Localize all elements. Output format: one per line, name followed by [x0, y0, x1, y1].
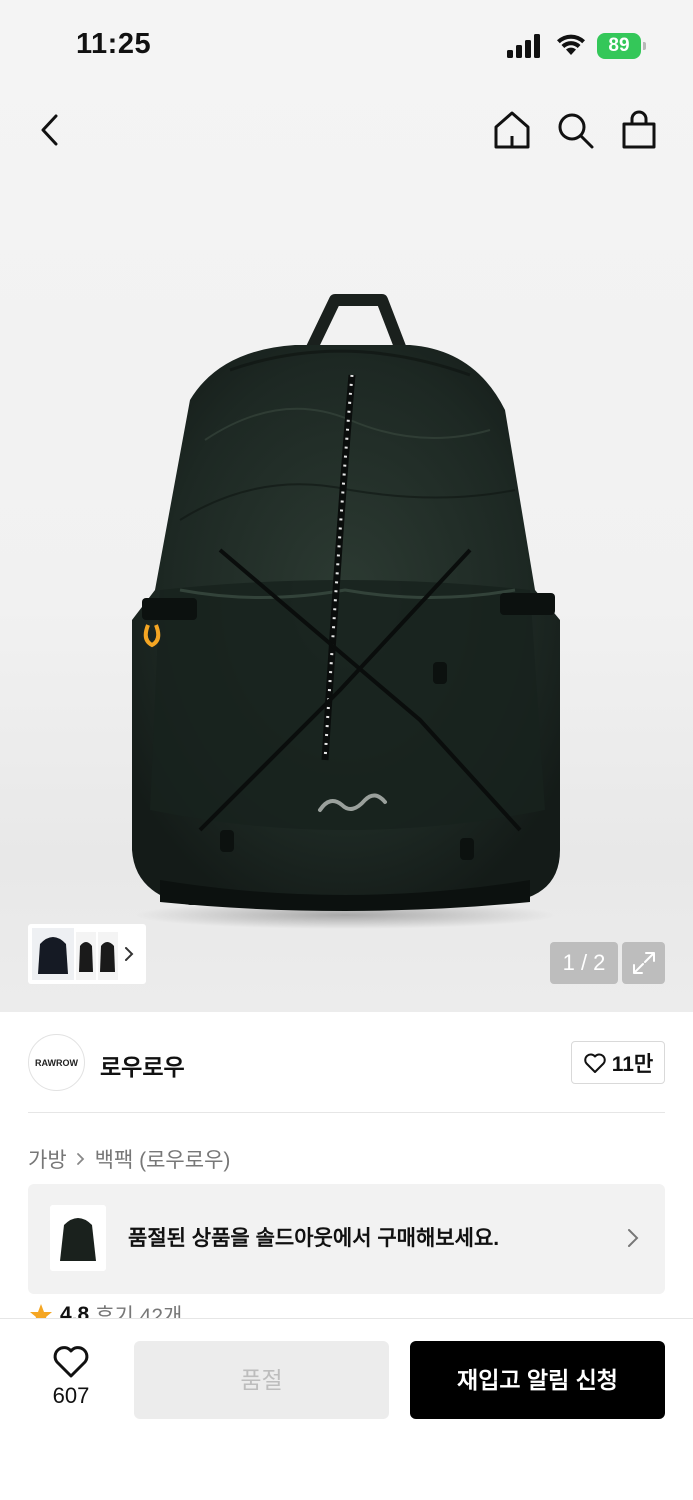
wishlist-count: 607 — [52, 1383, 90, 1408]
product-image[interactable] — [120, 290, 570, 930]
thumbnail-next-chevron-icon — [125, 947, 134, 961]
image-counter: 1 / 2 — [550, 942, 618, 984]
expand-icon — [632, 952, 655, 974]
search-button[interactable] — [551, 106, 599, 154]
battery-indicator: 89 — [597, 33, 647, 59]
expand-image-button[interactable] — [622, 942, 665, 984]
restock-alert-button[interactable]: 재입고 알림 신청 — [410, 1341, 665, 1419]
status-bar: 11:25 89 — [0, 0, 693, 92]
chevron-right-icon — [76, 1153, 84, 1165]
shopping-bag-icon — [622, 110, 656, 149]
breadcrumb-separator — [75, 1151, 87, 1167]
status-time: 11:25 — [76, 28, 152, 60]
brand-like-button[interactable]: 11만 — [571, 1041, 665, 1084]
soldout-banner-text: 품절된 상품을 솔드아웃에서 구매해보세요. — [128, 1227, 500, 1250]
soldout-button: 품절 — [134, 1341, 389, 1419]
brand-logo[interactable]: RAWROW — [28, 1034, 85, 1091]
heart-icon — [583, 1053, 606, 1073]
battery-tip — [643, 42, 646, 50]
chevron-right-icon — [628, 1229, 639, 1247]
wishlist-button[interactable]: 607 — [36, 1345, 106, 1415]
soldout-banner[interactable]: 품절된 상품을 솔드아웃에서 구매해보세요. — [28, 1184, 665, 1294]
back-button[interactable] — [26, 106, 74, 154]
breadcrumb-category[interactable]: 가방 — [28, 1144, 67, 1174]
brand-like-count: 11만 — [611, 1052, 654, 1076]
banner-product-thumbnail — [50, 1205, 106, 1271]
battery-percent: 89 — [608, 35, 630, 56]
breadcrumb: 가방 백팩 (로우로우) — [28, 1144, 230, 1174]
search-icon — [558, 113, 594, 149]
breadcrumb-subcategory[interactable]: 백팩 (로우로우) — [95, 1144, 231, 1174]
image-thumbnail-strip[interactable] — [28, 924, 146, 984]
brand-row: RAWROW 로우로우 11만 — [28, 1034, 665, 1092]
cellular-signal-icon — [507, 34, 540, 58]
heart-icon — [53, 1346, 89, 1378]
bottom-action-bar: 607 품절 재입고 알림 신청 — [0, 1318, 693, 1500]
cart-button[interactable] — [615, 106, 663, 154]
back-chevron-icon — [41, 114, 58, 146]
home-icon — [494, 111, 530, 149]
top-nav — [0, 100, 693, 160]
home-button[interactable] — [488, 106, 536, 154]
brand-name[interactable]: 로우로우 — [100, 1048, 185, 1082]
product-hero: 11:25 89 1 / 2 — [0, 0, 693, 1012]
wifi-icon — [557, 34, 585, 55]
divider — [28, 1112, 665, 1113]
